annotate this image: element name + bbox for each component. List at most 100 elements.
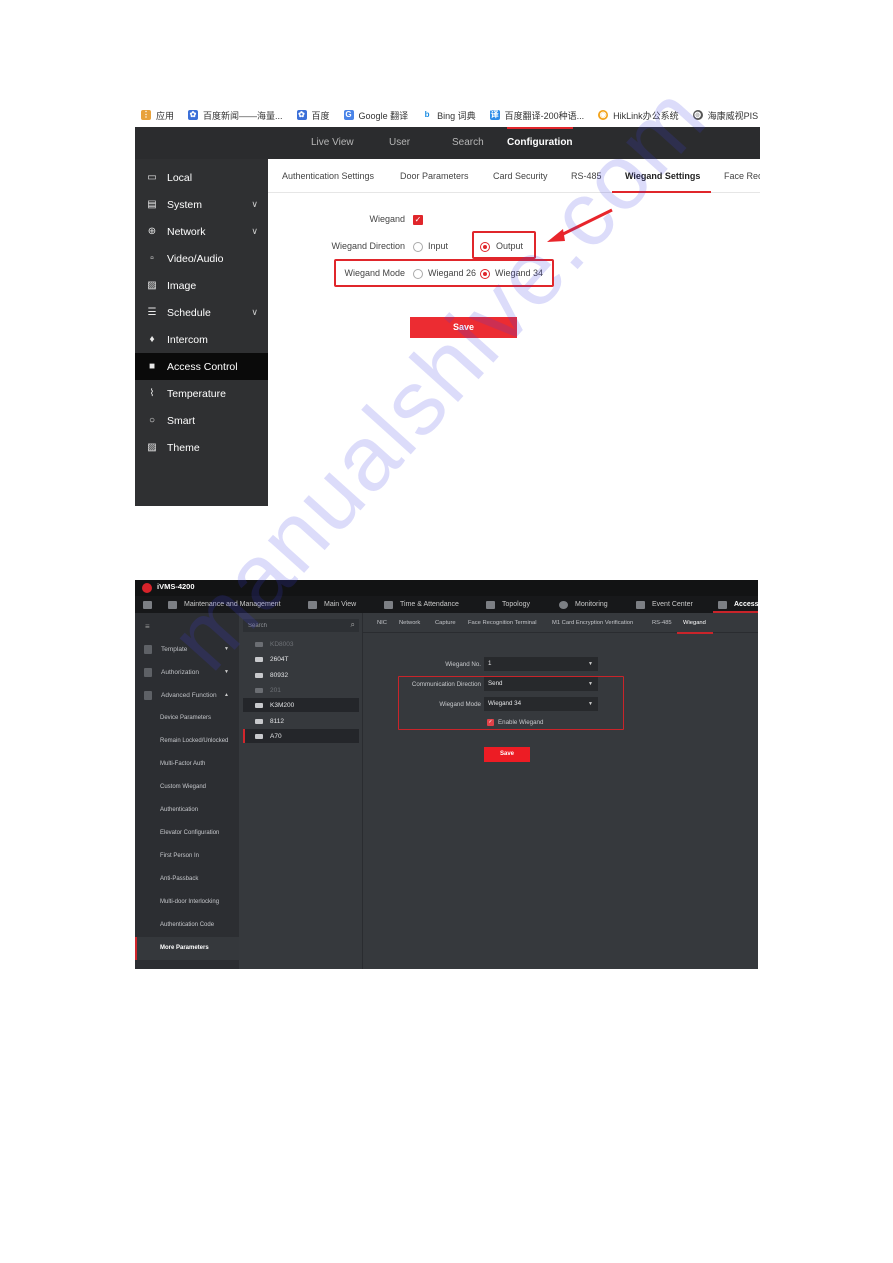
sidebar-item-image[interactable]: ▨ Image: [135, 272, 268, 299]
mode-highlight-box: [334, 259, 554, 287]
sidebar-item-schedule[interactable]: ☰ Schedule ∨: [135, 299, 268, 326]
caret-down-icon: ▼: [224, 646, 229, 652]
sidebar-item-device-parameters[interactable]: Device Parameters: [135, 707, 239, 730]
sidebar-item-network[interactable]: ⊕ Network ∨: [135, 218, 268, 245]
sidebar-item-anti-passback[interactable]: Anti-Passback: [135, 868, 239, 891]
theme-icon: ▨: [147, 442, 157, 453]
nav-configuration[interactable]: Configuration: [507, 127, 573, 159]
bookmark-baidu[interactable]: ✿ 百度: [296, 109, 330, 122]
nav-live-view[interactable]: Live View: [311, 127, 354, 159]
menu-topology[interactable]: Topology: [486, 596, 530, 613]
sidebar-item-elevator-configuration[interactable]: Elevator Configuration: [135, 822, 239, 845]
bookmark-apps[interactable]: ⋮ 应用: [141, 109, 174, 122]
grid-menu-icon[interactable]: [143, 596, 159, 613]
device-item-selected[interactable]: A70: [243, 729, 359, 743]
baidu-translate-icon: 译: [489, 110, 500, 120]
device-search-input[interactable]: [248, 620, 343, 631]
device-icon: [255, 687, 263, 693]
bookmark-baidu-translate[interactable]: 译百度翻译-200种语...: [489, 109, 584, 122]
device-item[interactable]: 201: [243, 683, 359, 697]
tab-network[interactable]: Network: [399, 613, 420, 633]
bookmark-baidu-news[interactable]: ✿ 百度新闻——海量...: [188, 109, 283, 122]
sidebar-item-video-audio[interactable]: ▫ Video/Audio: [135, 245, 268, 272]
sidebar-item-temperature[interactable]: ⌇ Temperature: [135, 380, 268, 407]
app-title: iVMS-4200: [157, 582, 195, 591]
chevron-down-icon: ∨: [251, 307, 258, 317]
search-icon[interactable]: ⌕: [351, 620, 355, 630]
menu-monitoring[interactable]: Monitoring: [559, 596, 608, 613]
device-name: A70: [270, 732, 282, 740]
bookmark-label: Bing 词典: [437, 110, 476, 121]
tab-face-recognition-terminal[interactable]: Face Recognition Terminal: [468, 613, 537, 633]
apps-grid-icon: ⋮: [141, 110, 151, 120]
tab-nic[interactable]: NIC: [377, 613, 387, 633]
sidebar-item-access-control[interactable]: ■ Access Control: [135, 353, 268, 380]
sidebar-item-more-parameters[interactable]: More Parameters: [135, 937, 239, 960]
tab-capture[interactable]: Capture: [435, 613, 456, 633]
sidebar-label: System: [167, 198, 203, 211]
device-item[interactable]: K3M200: [243, 698, 359, 712]
tab-rs485[interactable]: RS-485: [571, 159, 602, 193]
sidebar-group-template[interactable]: Template ▼: [135, 638, 239, 660]
caret-up-icon: ▲: [224, 692, 229, 698]
tab-wiegand-settings[interactable]: Wiegand Settings: [625, 159, 700, 193]
bookmark-google-translate[interactable]: G Google 翻译: [343, 109, 408, 122]
tab-m1-card-encryption[interactable]: M1 Card Encryption Verification: [552, 613, 633, 633]
bookmark-hiklink[interactable]: ◉ HikLink办公系统: [598, 109, 679, 122]
tab-door-parameters[interactable]: Door Parameters: [400, 159, 469, 193]
menu-event-center[interactable]: Event Center: [636, 596, 693, 613]
sidebar-item-remain-locked[interactable]: Remain Locked/Unlocked: [135, 730, 239, 753]
menu-maintenance[interactable]: Maintenance and Management: [168, 596, 281, 613]
baidu-paw-icon: ✿: [296, 110, 307, 120]
device-item[interactable]: KD8003: [243, 637, 359, 651]
hamburger-menu-icon[interactable]: ≡: [145, 622, 153, 631]
sidebar-group-authorization[interactable]: Authorization ▼: [135, 661, 239, 683]
menu-label: Event Center: [652, 601, 693, 608]
save-button[interactable]: Save: [410, 317, 517, 338]
menu-time-attendance[interactable]: Time & Attendance: [384, 596, 459, 613]
sidebar-item-local[interactable]: ▭ Local: [135, 164, 268, 191]
monitoring-icon: [559, 600, 568, 609]
google-translate-icon: G: [343, 110, 354, 120]
tab-authentication-settings[interactable]: Authentication Settings: [282, 159, 374, 193]
device-item[interactable]: 2604T: [243, 652, 359, 666]
alarm-icon: [636, 600, 645, 609]
menu-main-view[interactable]: Main View: [308, 596, 356, 613]
device-item[interactable]: 80932: [243, 668, 359, 682]
sidebar-item-theme[interactable]: ▨ Theme: [135, 434, 268, 461]
sidebar-item-system[interactable]: ▤ System ∨: [135, 191, 268, 218]
sidebar-item-authentication-code[interactable]: Authentication Code: [135, 914, 239, 937]
nav-search[interactable]: Search: [452, 127, 484, 159]
globe-icon: ⊕: [147, 226, 157, 237]
sidebar-group-advanced-function[interactable]: Advanced Function ▲: [135, 684, 239, 706]
device-name: 201: [270, 686, 281, 694]
bookmark-bing[interactable]: b Bing 词典: [422, 109, 476, 122]
tab-wiegand[interactable]: Wiegand: [683, 613, 706, 633]
sidebar-item-authentication[interactable]: Authentication: [135, 799, 239, 822]
tab-rs485[interactable]: RS-485: [652, 613, 672, 633]
lock-icon: ■: [148, 361, 156, 372]
nav-user[interactable]: User: [389, 127, 410, 159]
device-item[interactable]: 8112: [243, 714, 359, 728]
wiegand-no-select[interactable]: 1 ▼: [484, 657, 598, 671]
sidebar-item-custom-wiegand[interactable]: Custom Wiegand: [135, 776, 239, 799]
sidebar-item-smart[interactable]: ○ Smart: [135, 407, 268, 434]
menu-label: Main View: [324, 601, 357, 608]
sidebar-item-first-person-in[interactable]: First Person In: [135, 845, 239, 868]
bookmark-label: 海康威视PIS: [707, 110, 759, 121]
sidebar-item-multi-door-interlocking[interactable]: Multi-door Interlocking: [135, 891, 239, 914]
arrow-shaft: [556, 208, 613, 239]
sidebar-item-multi-factor-auth[interactable]: Multi-Factor Auth: [135, 753, 239, 776]
direction-input-radio[interactable]: [413, 242, 423, 252]
sidebar-label: Image: [167, 279, 197, 292]
wiegand-checkbox[interactable]: ✓: [413, 215, 423, 225]
tab-card-security[interactable]: Card Security: [493, 159, 548, 193]
bookmark-pis[interactable]: ◍ 海康威视PIS: [692, 109, 759, 122]
bookmark-label: 应用: [156, 110, 175, 121]
sidebar-label: Schedule: [167, 306, 211, 319]
tab-face-rec[interactable]: Face Rec: [724, 159, 760, 193]
bookmarks-bar: ⋮ 应用 ✿ 百度新闻——海量... ✿ 百度 G Google 翻译 b Bing 词典…: [135, 103, 760, 127]
hiklink-icon: ◉: [598, 110, 609, 120]
save-button[interactable]: Save: [484, 747, 530, 762]
sidebar-item-intercom[interactable]: ♦ Intercom: [135, 326, 268, 353]
